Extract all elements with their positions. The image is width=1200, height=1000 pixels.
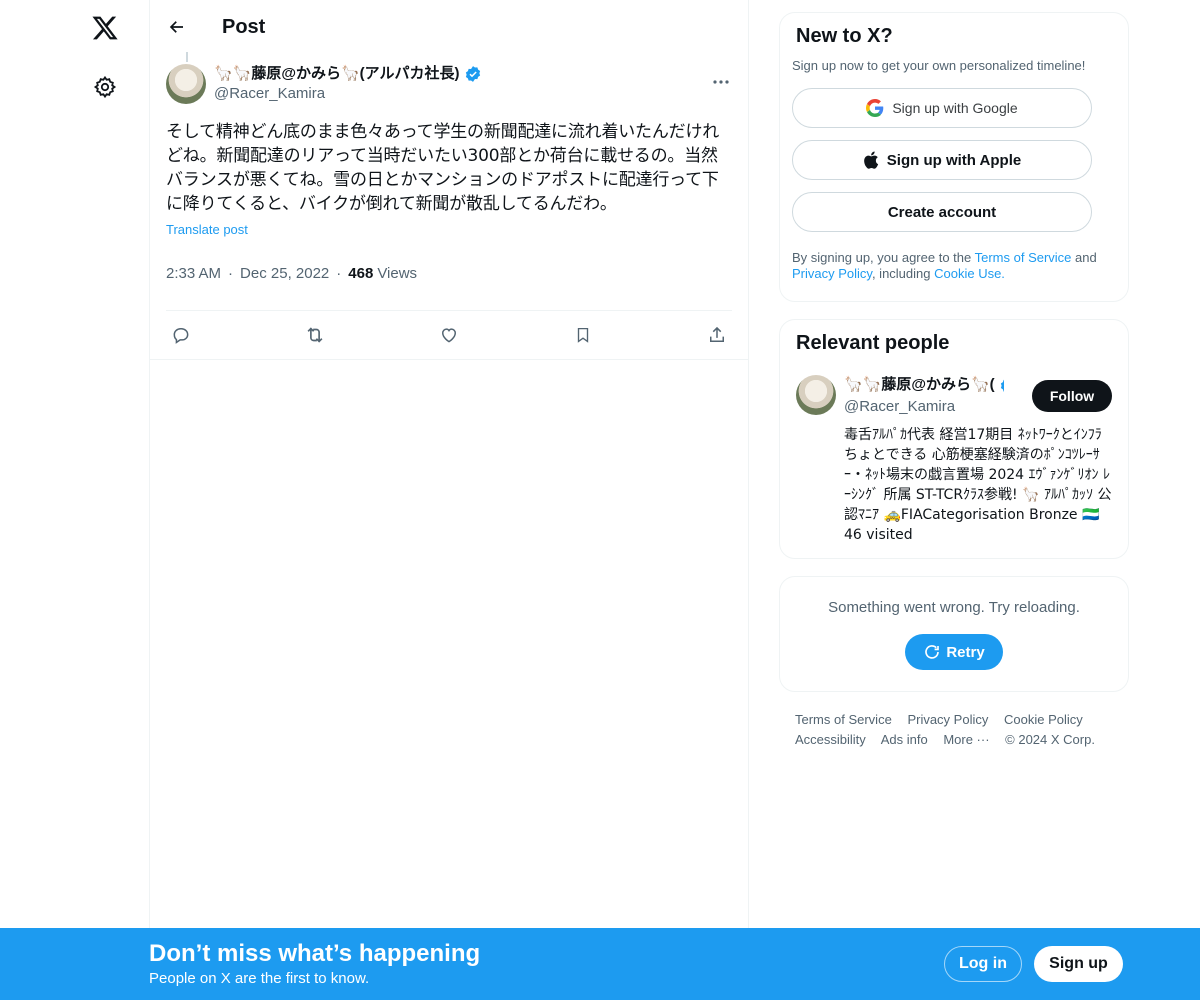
relevant-people-title: Relevant people — [796, 332, 950, 354]
footer-link-more[interactable]: More ··· — [943, 732, 989, 747]
post-divider — [150, 359, 748, 360]
avatar[interactable] — [796, 375, 836, 415]
left-nav — [0, 0, 150, 1000]
page-header: Post — [150, 0, 748, 54]
apple-icon — [863, 151, 879, 169]
bottom-banner: Don’t miss what’s happening People on X … — [0, 928, 1200, 1000]
create-account-button[interactable]: Create account — [792, 192, 1092, 232]
signup-button[interactable]: Sign up — [1034, 946, 1123, 982]
verified-badge-icon — [999, 376, 1004, 394]
meta-separator: · — [228, 265, 234, 282]
like-icon[interactable] — [438, 324, 460, 346]
retry-label: Retry — [946, 643, 985, 661]
arrow-left-icon[interactable] — [166, 16, 188, 38]
google-icon — [866, 99, 884, 117]
footer-copyright: © 2024 X Corp. — [1005, 732, 1095, 747]
login-button[interactable]: Log in — [944, 946, 1022, 982]
post-actions — [166, 311, 732, 359]
terms-link[interactable]: Terms of Service — [975, 250, 1072, 265]
signup-google-label: Sign up with Google — [892, 100, 1018, 116]
signup-card-subtitle: Sign up now to get your own personalized… — [792, 58, 1086, 73]
legal-including: , including — [871, 266, 935, 281]
footer-link-ads[interactable]: Ads info — [881, 732, 928, 747]
post-time[interactable]: 2:33 AM — [166, 265, 221, 282]
main-column: Post 🦙🦙藤原@かみら🦙(アルパカ社長) @Racer_Kamira そして… — [149, 0, 749, 1000]
signup-card-title: New to X? — [796, 25, 893, 47]
privacy-link[interactable]: Privacy Policy — [792, 266, 872, 281]
repost-icon[interactable] — [304, 324, 326, 346]
footer-link-terms[interactable]: Terms of Service — [795, 712, 892, 727]
error-card: Something went wrong. Try reloading. Ret… — [779, 576, 1129, 692]
more-options-icon[interactable] — [710, 72, 732, 92]
refresh-icon — [923, 643, 941, 661]
signup-card: New to X? Sign up now to get your own pe… — [779, 12, 1129, 302]
author-row: 🦙🦙藤原@かみら🦙(アルパカ社長) @Racer_Kamira — [166, 64, 732, 108]
avatar[interactable] — [166, 64, 206, 104]
verified-badge-icon — [464, 65, 482, 83]
retry-button[interactable]: Retry — [905, 634, 1003, 670]
relevant-person-name[interactable]: 🦙🦙藤原@かみら🦙( — [844, 375, 995, 395]
x-logo-icon[interactable] — [87, 8, 123, 48]
reply-icon[interactable] — [170, 324, 192, 346]
error-message: Something went wrong. Try reloading. — [828, 599, 1080, 616]
footer-links: Terms of Service Privacy Policy Cookie P… — [779, 710, 1109, 750]
post-text: そして精神どん底のまま色々あって学生の新聞配達に流れ着いたんだけれ どね。新聞配… — [166, 122, 720, 214]
legal-prefix: By signing up, you agree to the — [792, 250, 975, 265]
post-date[interactable]: Dec 25, 2022 — [240, 265, 329, 282]
banner-subtitle: People on X are the first to know. — [149, 970, 370, 987]
page-title: Post — [222, 15, 266, 38]
signup-apple-label: Sign up with Apple — [886, 151, 1022, 169]
meta-separator: · — [336, 265, 342, 282]
views-label: Views — [377, 265, 418, 282]
author-info: 🦙🦙藤原@かみら🦙(アルパカ社長) @Racer_Kamira — [214, 64, 482, 104]
footer-link-privacy[interactable]: Privacy Policy — [907, 712, 988, 727]
author-name[interactable]: 🦙🦙藤原@かみら🦙(アルパカ社長) — [214, 64, 460, 84]
banner-title: Don’t miss what’s happening — [149, 940, 481, 967]
post-meta: 2:33 AM · Dec 25, 2022 · 468 Views — [166, 255, 732, 311]
relevant-person[interactable]: 🦙🦙藤原@かみら🦙( @Racer_Kamira 毒舌ｱﾙﾊﾟｶ代表 経営17期… — [796, 375, 1112, 545]
author-handle[interactable]: @Racer_Kamira — [214, 84, 482, 104]
footer-link-cookie[interactable]: Cookie Policy — [1004, 712, 1083, 727]
cookie-link[interactable]: Cookie Use. — [934, 266, 1005, 281]
views-count: 468 — [348, 265, 374, 282]
signup-apple-button[interactable]: Sign up with Apple — [792, 140, 1092, 180]
relevant-person-name-row[interactable]: 🦙🦙藤原@かみら🦙( — [844, 375, 1004, 395]
signup-legal-text: By signing up, you agree to the Terms of… — [792, 250, 1116, 282]
translate-post-link[interactable]: Translate post — [166, 222, 248, 237]
relevant-person-bio: 毒舌ｱﾙﾊﾟｶ代表 経営17期目 ﾈｯﾄﾜｰｸとｲﾝﾌﾗちょとできる 心筋梗塞経… — [844, 427, 1112, 543]
gear-icon[interactable] — [89, 70, 121, 104]
legal-and: and — [1071, 250, 1097, 265]
author-name-row[interactable]: 🦙🦙藤原@かみら🦙(アルパカ社長) — [214, 64, 482, 84]
signup-google-button[interactable]: Sign up with Google — [792, 88, 1092, 128]
share-icon[interactable] — [706, 324, 728, 346]
right-sidebar: New to X? Sign up now to get your own pe… — [779, 12, 1129, 750]
follow-button[interactable]: Follow — [1032, 380, 1112, 412]
footer-link-accessibility[interactable]: Accessibility — [795, 732, 866, 747]
post: 🦙🦙藤原@かみら🦙(アルパカ社長) @Racer_Kamira そして精神どん底… — [150, 54, 748, 360]
bookmark-icon[interactable] — [572, 324, 594, 346]
relevant-people-card: Relevant people 🦙🦙藤原@かみら🦙( @Racer_Kamira… — [779, 319, 1129, 559]
